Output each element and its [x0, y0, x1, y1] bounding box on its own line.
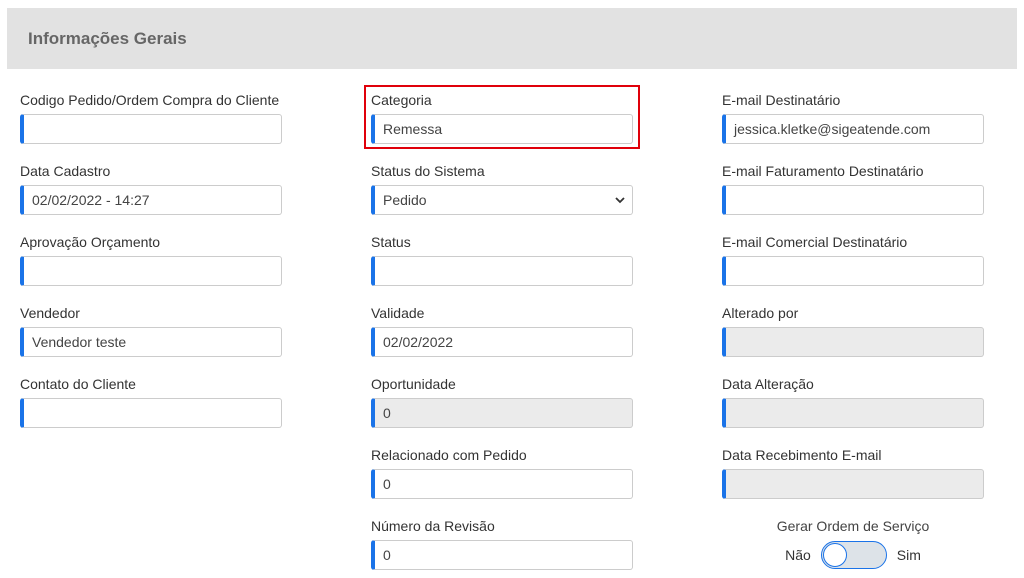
panel-header: Informações Gerais — [7, 8, 1017, 69]
data-alteracao-label: Data Alteração — [722, 376, 814, 392]
field-relacionado-pedido: Relacionado com Pedido 0 — [371, 446, 633, 499]
toggle-off-label: Não — [785, 547, 811, 563]
data-alteracao-input — [722, 398, 984, 428]
field-status: Status — [371, 233, 633, 286]
relacionado-pedido-label: Relacionado com Pedido — [371, 447, 527, 463]
data-recebimento-email-input — [722, 469, 984, 499]
field-data-recebimento-email: Data Recebimento E-mail — [722, 446, 984, 499]
field-oportunidade: Oportunidade 0 — [371, 375, 633, 428]
validade-label: Validade — [371, 305, 425, 321]
status-label: Status — [371, 234, 411, 250]
field-vendedor: Vendedor Vendedor teste — [20, 304, 282, 357]
field-contato-cliente: Contato do Cliente — [20, 375, 282, 428]
data-cadastro-input[interactable]: 02/02/2022 - 14:27 — [20, 185, 282, 215]
status-sistema-select[interactable]: Pedido — [371, 185, 633, 215]
aprovacao-orcamento-input[interactable] — [20, 256, 282, 286]
codigo-pedido-input[interactable] — [20, 114, 282, 144]
toggle-row: Não Sim — [722, 541, 984, 569]
field-numero-revisao: Número da Revisão 0 — [371, 517, 633, 570]
field-email-faturamento: E-mail Faturamento Destinatário — [722, 162, 984, 215]
gerar-ordem-servico-toggle-group: Gerar Ordem de Serviço Não Sim — [722, 517, 984, 569]
email-faturamento-input[interactable] — [722, 185, 984, 215]
email-faturamento-label: E-mail Faturamento Destinatário — [722, 163, 924, 179]
vendedor-label: Vendedor — [20, 305, 80, 321]
panel-title: Informações Gerais — [28, 28, 187, 48]
validade-input[interactable]: 02/02/2022 — [371, 327, 633, 357]
alterado-por-label: Alterado por — [722, 305, 799, 321]
vendedor-input[interactable]: Vendedor teste — [20, 327, 282, 357]
status-sistema-value: Pedido — [383, 192, 427, 208]
highlight-box — [364, 85, 640, 149]
relacionado-pedido-input[interactable]: 0 — [371, 469, 633, 499]
codigo-pedido-label: Codigo Pedido/Ordem Compra do Cliente — [20, 92, 280, 108]
field-status-sistema: Status do Sistema Pedido — [371, 162, 633, 215]
alterado-por-input — [722, 327, 984, 357]
contato-cliente-label: Contato do Cliente — [20, 376, 136, 392]
numero-revisao-input[interactable]: 0 — [371, 540, 633, 570]
field-email-destinatario: E-mail Destinatário jessica.kletke@sigea… — [722, 91, 984, 144]
data-recebimento-email-label: Data Recebimento E-mail — [722, 447, 882, 463]
field-codigo-pedido: Codigo Pedido/Ordem Compra do Cliente — [20, 91, 282, 144]
toggle-on-label: Sim — [896, 547, 921, 563]
email-comercial-input[interactable] — [722, 256, 984, 286]
gerar-ordem-servico-label: Gerar Ordem de Serviço — [776, 518, 930, 534]
field-alterado-por: Alterado por — [722, 304, 984, 357]
aprovacao-orcamento-label: Aprovação Orçamento — [20, 234, 161, 250]
contato-cliente-input[interactable] — [20, 398, 282, 428]
data-cadastro-label: Data Cadastro — [20, 163, 111, 179]
status-sistema-label: Status do Sistema — [371, 163, 485, 179]
field-data-cadastro: Data Cadastro 02/02/2022 - 14:27 — [20, 162, 282, 215]
gerar-ordem-servico-switch[interactable] — [820, 541, 887, 569]
oportunidade-label: Oportunidade — [371, 376, 456, 392]
chevron-down-icon — [615, 197, 625, 204]
switch-knob — [822, 543, 847, 567]
email-comercial-label: E-mail Comercial Destinatário — [722, 234, 908, 250]
status-input[interactable] — [371, 256, 633, 286]
email-destinatario-label: E-mail Destinatário — [722, 92, 841, 108]
oportunidade-input: 0 — [371, 398, 633, 428]
numero-revisao-label: Número da Revisão — [371, 518, 495, 534]
field-email-comercial: E-mail Comercial Destinatário — [722, 233, 984, 286]
email-destinatario-input[interactable]: jessica.kletke@sigeatende.com — [722, 114, 984, 144]
field-aprovacao-orcamento: Aprovação Orçamento — [20, 233, 282, 286]
field-data-alteracao: Data Alteração — [722, 375, 984, 428]
field-validade: Validade 02/02/2022 — [371, 304, 633, 357]
